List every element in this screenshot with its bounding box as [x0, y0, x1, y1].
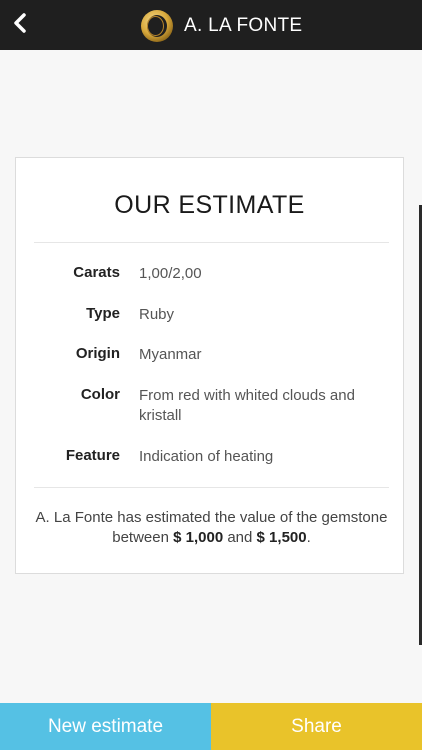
detail-label: Feature	[65, 447, 120, 464]
chevron-left-icon	[14, 13, 26, 33]
summary-end: .	[306, 529, 311, 546]
estimate-summary: A. La Fonte has estimated the value of t…	[34, 508, 389, 548]
detail-label: Color	[80, 386, 120, 403]
detail-label: Carats	[73, 264, 120, 281]
top-bar: A. LA FONTE	[0, 0, 422, 50]
back-button[interactable]	[6, 9, 34, 37]
divider	[34, 487, 389, 488]
summary-and: and	[227, 529, 253, 546]
brand: A. LA FONTE	[140, 9, 302, 43]
detail-value: 1,00/2,00	[139, 265, 202, 282]
share-button[interactable]: Share	[211, 703, 422, 750]
max-value: $ 1,500	[256, 529, 307, 546]
divider	[34, 242, 389, 243]
estimate-title: OUR ESTIMATE	[114, 191, 305, 219]
detail-value: From red with whited clouds and kristall	[139, 387, 355, 424]
min-value: $ 1,000	[173, 529, 224, 546]
estimate-card: OUR ESTIMATE Carats 1,00/2,00 Type Ruby …	[15, 157, 404, 574]
detail-value: Myanmar	[139, 346, 202, 363]
brand-name: A. LA FONTE	[184, 15, 303, 36]
detail-label: Origin	[75, 345, 120, 362]
gold-ring-logo	[141, 10, 173, 42]
new-estimate-button[interactable]: New estimate	[0, 703, 211, 750]
detail-value: Ruby	[139, 306, 175, 323]
detail-value: Indication of heating	[139, 448, 274, 465]
detail-label: Type	[86, 305, 120, 322]
